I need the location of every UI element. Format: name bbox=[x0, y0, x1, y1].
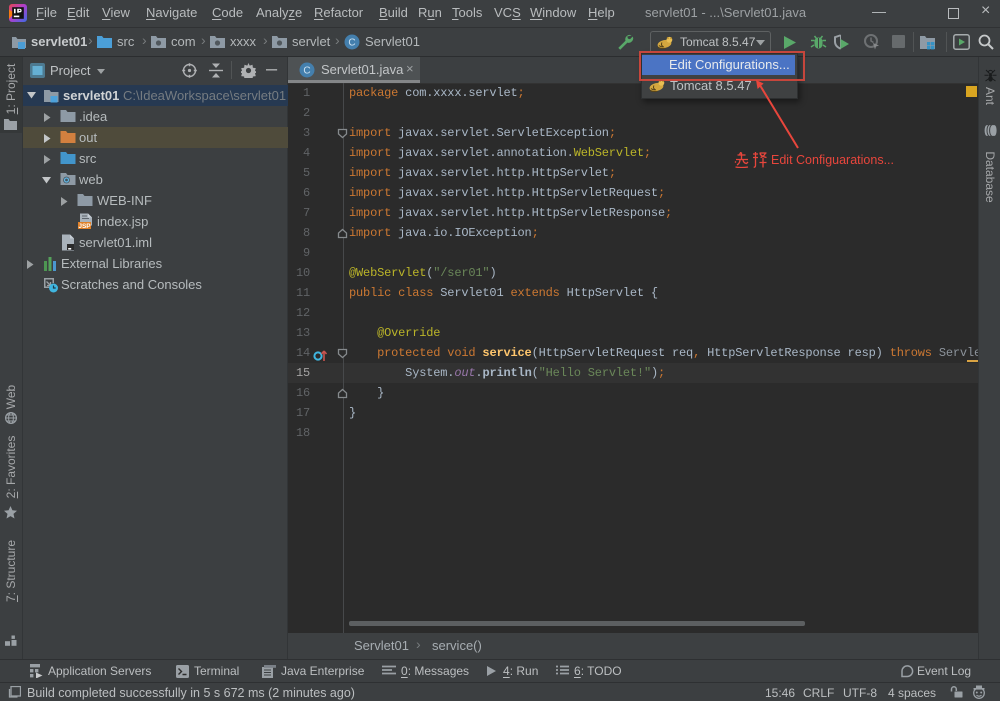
svg-text:C: C bbox=[348, 38, 355, 49]
svg-text:C: C bbox=[303, 66, 310, 77]
svg-text:JSP: JSP bbox=[78, 223, 91, 230]
